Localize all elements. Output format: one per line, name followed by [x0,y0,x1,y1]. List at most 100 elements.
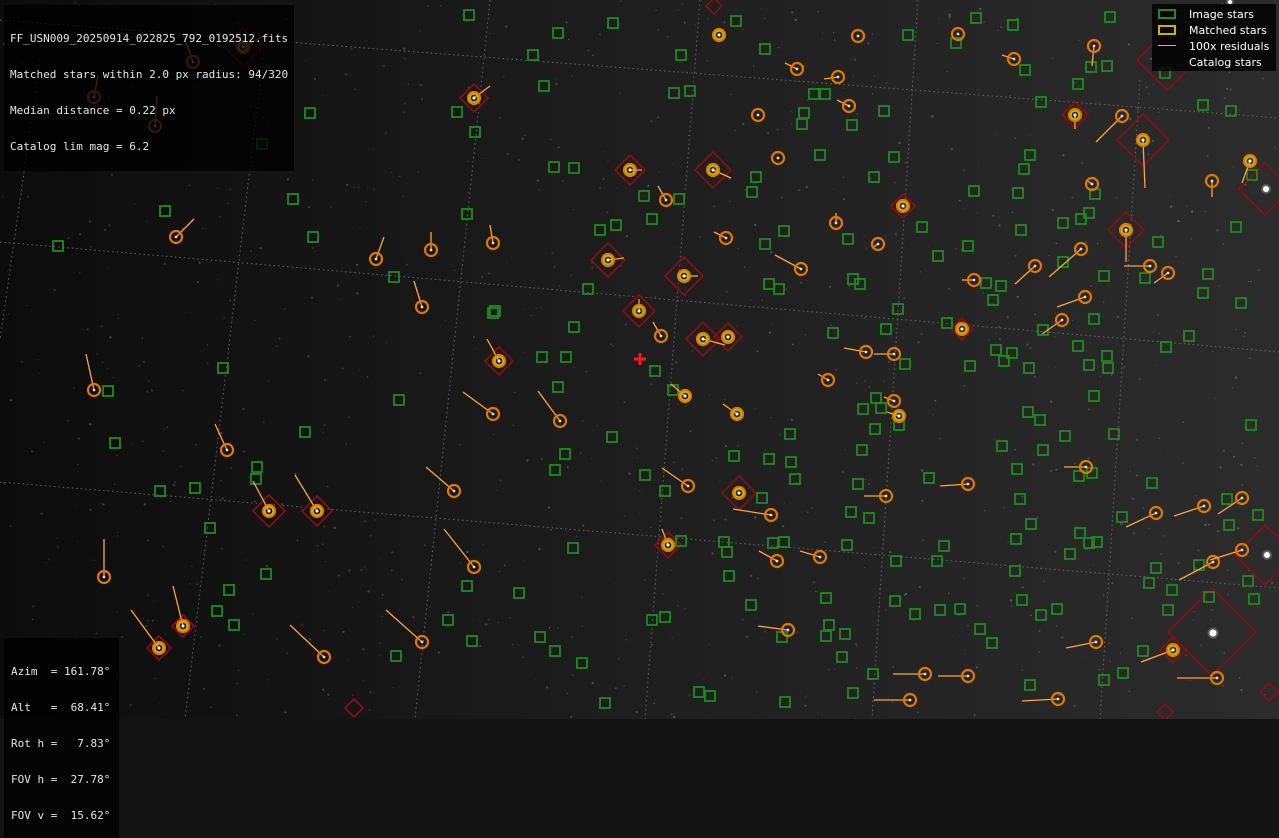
noise-speck [349,335,351,338]
noise-speck [1120,652,1121,654]
star-core [701,337,705,341]
noise-speck [571,636,574,639]
noise-speck [1189,679,1192,682]
noise-speck [235,714,238,717]
noise-speck [1133,532,1136,535]
noise-speck [503,564,506,567]
noise-speck [920,469,924,472]
noise-speck [1222,684,1225,687]
noise-speck [485,157,487,160]
noise-speck [1192,619,1194,621]
noise-speck [1216,229,1219,232]
noise-speck [934,399,937,402]
noise-speck [1087,457,1090,460]
noise-speck [366,376,369,378]
noise-speck [202,687,206,691]
star-core [775,559,779,563]
noise-speck [110,173,113,176]
noise-speck [979,7,982,11]
noise-speck [31,450,34,453]
noise-speck [779,433,782,436]
star-core [923,672,927,676]
noise-speck [86,328,89,331]
noise-speck [556,627,559,629]
noise-speck [535,307,537,309]
noise-speck [1108,642,1111,645]
noise-speck [1071,319,1073,321]
noise-speck [863,234,865,237]
noise-speck [688,694,691,696]
noise-speck [56,537,58,540]
noise-speck [1062,154,1065,157]
noise-speck [1009,94,1011,97]
noise-speck [1182,421,1184,424]
noise-speck [871,93,874,95]
noise-speck [419,84,422,87]
noise-speck [1021,274,1023,276]
noise-speck [1186,205,1188,207]
noise-speck [229,299,232,302]
noise-speck [305,60,307,62]
noise-speck [780,196,784,199]
noise-speck [997,325,1001,329]
noise-speck [910,243,912,245]
noise-speck [834,668,836,670]
noise-speck [1227,593,1229,596]
noise-speck [607,160,609,162]
noise-speck [20,360,24,363]
noise-speck [262,421,265,424]
noise-speck [1098,101,1100,103]
legend-label-catalog-stars: Catalog stars [1189,56,1262,69]
noise-speck [570,75,573,78]
star-core [92,388,96,392]
noise-speck [565,21,568,24]
noise-speck [653,702,656,705]
star-core [181,624,185,628]
noise-speck [650,383,653,386]
noise-speck [321,432,324,434]
noise-speck [33,611,35,613]
star-core [756,113,760,117]
star-core [157,646,161,650]
noise-speck [242,408,245,411]
star-core [1240,548,1244,552]
noise-speck [161,545,164,548]
star-core [769,513,773,517]
noise-speck [864,380,867,382]
noise-speck [650,526,652,529]
noise-speck [889,551,892,554]
star-core [1033,264,1037,268]
star-core [1092,44,1096,48]
noise-speck [314,251,316,253]
noise-speck [635,447,638,450]
noise-speck [996,332,998,335]
noise-speck [597,66,600,69]
noise-speck [357,186,360,189]
noise-speck [1253,457,1256,459]
noise-speck [1014,448,1016,451]
noise-speck [1241,442,1244,445]
star-core [1215,676,1219,680]
noise-speck [904,161,907,164]
noise-speck [405,263,408,266]
noise-speck [832,31,835,34]
noise-speck [1011,211,1014,213]
noise-speck [216,187,219,190]
noise-speck [936,42,938,45]
noise-speck [796,631,799,633]
star-core [966,674,970,678]
noise-speck [973,713,976,716]
noise-speck [675,361,678,364]
noise-speck [639,490,641,492]
noise-speck [1038,651,1041,653]
noise-speck [770,251,773,254]
fov-h-label: FOV h = 27.78° [11,773,111,786]
noise-speck [219,215,222,218]
noise-speck [337,574,340,577]
noise-speck [1128,690,1131,692]
noise-speck [437,651,440,654]
noise-speck [120,635,124,639]
noise-speck [77,540,79,543]
noise-speck [637,457,639,459]
star-core [1094,640,1098,644]
